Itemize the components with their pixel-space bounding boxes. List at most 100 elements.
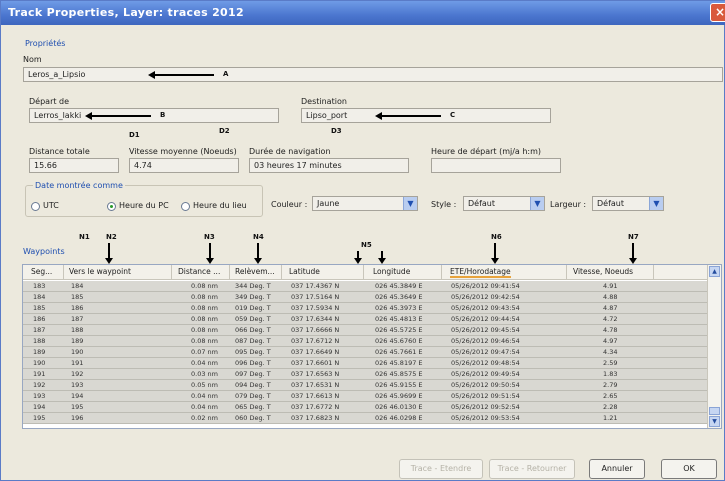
largeur-select[interactable]: Défaut ▼: [592, 196, 664, 211]
table-cell: 05/26/2012 09:46:54: [451, 337, 520, 345]
annuler-button[interactable]: Annuler: [589, 459, 645, 479]
table-cell: 194: [71, 392, 84, 400]
col-latitude[interactable]: Latitude: [289, 267, 320, 276]
style-select[interactable]: Défaut ▼: [463, 196, 545, 211]
table-cell: 4.72: [603, 315, 618, 323]
table-row[interactable]: 195 196 0.02 nm 060 Deg. T 037 17.6823 N 026 …: [23, 413, 709, 424]
annotation-n4: N4: [253, 233, 264, 241]
table-cell: 187: [33, 326, 46, 334]
table-cell: 4.97: [603, 337, 618, 345]
annotation-arrow-a: [148, 71, 214, 79]
table-cell: 185: [71, 293, 84, 301]
table-cell: 05/26/2012 09:43:54: [451, 304, 520, 312]
table-cell: 195: [71, 403, 84, 411]
table-cell: 037 17.6601 N: [291, 359, 340, 367]
annotation-d3: D3: [331, 127, 342, 135]
scroll-thumb[interactable]: [709, 407, 720, 415]
radio-utc-label: UTC: [43, 201, 59, 210]
table-cell: 026 45.9699 E: [375, 392, 423, 400]
name-input[interactable]: Leros_a_Lipsio: [23, 67, 723, 82]
annotation-c: C: [450, 111, 456, 119]
table-cell: 05/26/2012 09:49:54: [451, 370, 520, 378]
table-cell: 037 17.4367 N: [291, 282, 340, 290]
table-cell: 05/26/2012 09:53:54: [451, 414, 520, 422]
label-distance-totale: Distance totale: [29, 147, 90, 156]
scroll-down-icon[interactable]: ▼: [709, 416, 720, 427]
table-cell: 096 Deg. T: [235, 359, 271, 367]
annotation-n6: N6: [491, 233, 502, 241]
label-date-montree: Date montrée comme: [33, 181, 125, 190]
annotation-arrow-c: [375, 112, 441, 120]
table-row[interactable]: 187 188 0.08 nm 066 Deg. T 037 17.6666 N 026 …: [23, 325, 709, 336]
table-cell: 344 Deg. T: [235, 282, 271, 290]
table-row[interactable]: 183 184 0.08 nm 344 Deg. T 037 17.4367 N 026 …: [23, 281, 709, 292]
col-seg[interactable]: Seg...: [31, 267, 52, 276]
trace-retourner-button[interactable]: Trace - Retourner: [489, 459, 575, 479]
col-distance[interactable]: Distance ...: [178, 267, 220, 276]
table-scrollbar[interactable]: ▲ ▼: [707, 265, 721, 428]
annotation-n7: N7: [628, 233, 639, 241]
table-cell: 05/26/2012 09:41:54: [451, 282, 520, 290]
table-cell: 097 Deg. T: [235, 370, 271, 378]
table-cell: 037 17.6649 N: [291, 348, 340, 356]
couleur-value: Jaune: [317, 199, 340, 208]
close-button[interactable]: ×: [710, 3, 725, 22]
table-cell: 05/26/2012 09:48:54: [451, 359, 520, 367]
couleur-select[interactable]: Jaune ▼: [312, 196, 418, 211]
trace-etendre-button[interactable]: Trace - Etendre: [399, 459, 483, 479]
table-cell: 349 Deg. T: [235, 293, 271, 301]
depart-input[interactable]: Lerros_lakki: [29, 108, 279, 123]
title-bar[interactable]: Track Properties, Layer: traces 2012 ×: [1, 1, 725, 25]
table-row[interactable]: 194 195 0.04 nm 065 Deg. T 037 17.6772 N 026 …: [23, 402, 709, 413]
table-cell: 190: [33, 359, 46, 367]
table-cell: 094 Deg. T: [235, 381, 271, 389]
table-cell: 026 45.7661 E: [375, 348, 423, 356]
radio-utc[interactable]: [31, 202, 40, 211]
table-cell: 037 17.6531 N: [291, 381, 340, 389]
table-row[interactable]: 193 194 0.04 nm 079 Deg. T 037 17.6613 N 026 …: [23, 391, 709, 402]
table-cell: 0.08 nm: [191, 315, 218, 323]
chevron-down-icon[interactable]: ▼: [649, 197, 663, 210]
table-row[interactable]: 189 190 0.07 nm 095 Deg. T 037 17.6649 N 026 …: [23, 347, 709, 358]
annotation-n2: N2: [106, 233, 117, 241]
table-row[interactable]: 184 185 0.08 nm 349 Deg. T 037 17.5164 N 026 …: [23, 292, 709, 303]
table-row[interactable]: 192 193 0.05 nm 094 Deg. T 037 17.6531 N 026 …: [23, 380, 709, 391]
ok-button[interactable]: OK: [661, 459, 717, 479]
annotation-d1: D1: [129, 131, 140, 139]
table-row[interactable]: 186 187 0.08 nm 059 Deg. T 037 17.6344 N 026 …: [23, 314, 709, 325]
table-cell: 037 17.6772 N: [291, 403, 340, 411]
vitesse-field: 4.74: [129, 158, 239, 173]
table-cell: 192: [33, 381, 46, 389]
annotation-arrow-n6: [491, 243, 499, 264]
style-value: Défaut: [468, 199, 496, 208]
heure-depart-input[interactable]: [431, 158, 561, 173]
table-cell: 183: [33, 282, 46, 290]
table-row[interactable]: 188 189 0.08 nm 087 Deg. T 037 17.6712 N 026 …: [23, 336, 709, 347]
table-cell: 0.04 nm: [191, 359, 218, 367]
col-relevement[interactable]: Relèvem...: [235, 267, 275, 276]
col-ete-horodatage[interactable]: ETE/Horodatage: [450, 267, 511, 278]
table-cell: 196: [71, 414, 84, 422]
scroll-up-icon[interactable]: ▲: [709, 266, 720, 277]
table-cell: 192: [71, 370, 84, 378]
col-vers-waypoint[interactable]: Vers le waypoint: [69, 267, 131, 276]
table-row[interactable]: 190 191 0.04 nm 096 Deg. T 037 17.6601 N 026 …: [23, 358, 709, 369]
col-vitesse[interactable]: Vitesse, Noeuds: [573, 267, 633, 276]
chevron-down-icon[interactable]: ▼: [530, 197, 544, 210]
table-cell: 019 Deg. T: [235, 304, 271, 312]
table-row[interactable]: 185 186 0.08 nm 019 Deg. T 037 17.5934 N 026 …: [23, 303, 709, 314]
radio-heure-pc[interactable]: [107, 202, 116, 211]
label-destination: Destination: [301, 97, 347, 106]
largeur-value: Défaut: [597, 199, 625, 208]
radio-heure-lieu[interactable]: [181, 202, 190, 211]
table-cell: 026 45.3849 E: [375, 282, 423, 290]
chevron-down-icon[interactable]: ▼: [403, 197, 417, 210]
table-cell: 191: [71, 359, 84, 367]
annotation-d2: D2: [219, 127, 230, 135]
table-cell: 2.65: [603, 392, 618, 400]
table-cell: 0.05 nm: [191, 381, 218, 389]
col-longitude[interactable]: Longitude: [373, 267, 410, 276]
table-cell: 188: [71, 326, 84, 334]
table-row[interactable]: 191 192 0.03 nm 097 Deg. T 037 17.6563 N 026 …: [23, 369, 709, 380]
annotation-a: A: [223, 70, 229, 78]
